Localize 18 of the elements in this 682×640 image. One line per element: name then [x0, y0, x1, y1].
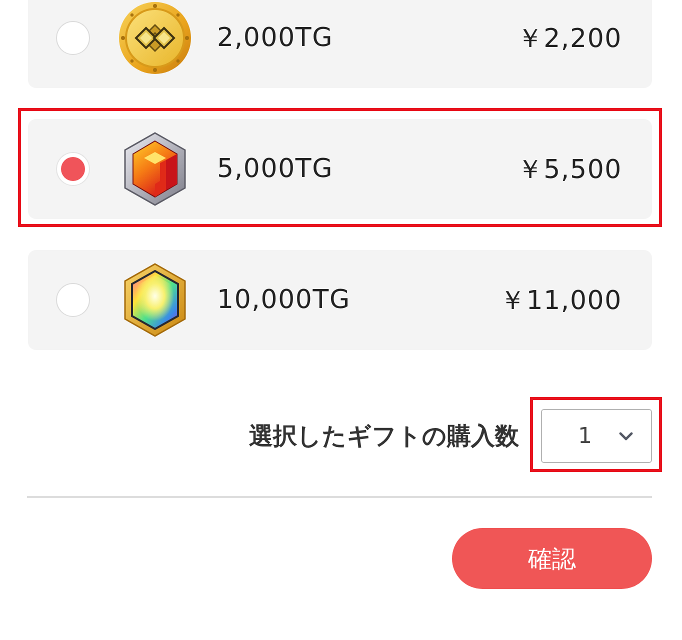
quantity-label: 選択したギフトの購入数 — [249, 421, 519, 452]
radio-button[interactable] — [56, 21, 90, 55]
option-card[interactable]: 10,000TG ￥11,000 — [28, 250, 652, 350]
price-label: ￥11,000 — [499, 284, 622, 318]
amount-label: 10,000TG — [217, 285, 350, 315]
gem-icon — [124, 132, 186, 206]
chevron-down-icon — [619, 432, 633, 440]
radio-button[interactable] — [56, 283, 90, 317]
radio-button[interactable] — [56, 152, 90, 186]
amount-label: 2,000TG — [217, 23, 334, 53]
option-card[interactable]: 2,000TG ￥2,200 — [28, 0, 652, 88]
option-card[interactable]: 5,000TG ￥5,500 — [28, 119, 652, 219]
price-label: ￥2,200 — [516, 22, 622, 56]
amount-label: 5,000TG — [217, 154, 334, 184]
price-label: ￥5,500 — [516, 154, 622, 186]
gem-icon — [124, 263, 186, 337]
quantity-select[interactable]: 1 — [541, 409, 652, 463]
coin-icon — [118, 1, 192, 75]
